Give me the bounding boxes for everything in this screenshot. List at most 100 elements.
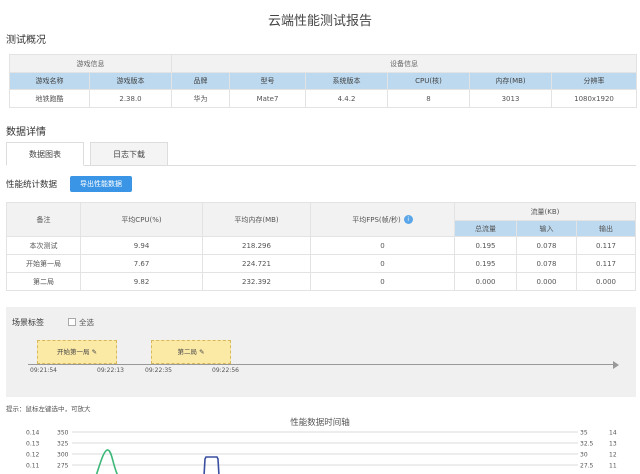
cell-fps: 0 [310, 272, 455, 291]
zoom-hint: 提示：鼠标左键选中，可放大 [6, 405, 91, 413]
left-axis-1-tick: 0.13 [26, 441, 40, 448]
select-all-label[interactable]: 全选 [79, 317, 94, 328]
value-memory: 3013 [469, 89, 552, 108]
pencil-icon[interactable]: ✎ [199, 348, 204, 356]
cell-input: 0.000 [516, 272, 577, 291]
cell-fps: 0 [310, 236, 455, 255]
cell-total: 0.195 [454, 254, 517, 273]
header-avg-memory: 平均内存(MB) [202, 202, 311, 237]
value-cpu: 8 [387, 89, 470, 108]
cell-remark: 第二局 [6, 272, 81, 291]
value-model: Mate7 [229, 89, 306, 108]
header-game-name: 游戏名称 [9, 72, 90, 90]
tick-label: 09:22:35 [145, 367, 172, 374]
cell-cpu: 9.94 [80, 236, 203, 255]
group-device-info: 设备信息 [171, 54, 637, 73]
series-line [203, 456, 220, 474]
tick-label: 09:21:54 [30, 367, 57, 374]
tick-label: 09:22:13 [97, 367, 124, 374]
scene-tag-title: 场景标签 [12, 318, 44, 327]
pencil-icon[interactable]: ✎ [92, 348, 97, 356]
value-os-version: 4.4.2 [305, 89, 388, 108]
series-line [95, 449, 119, 474]
cell-memory: 232.392 [202, 272, 311, 291]
cell-output: 0.000 [576, 272, 636, 291]
right-axis-2-tick: 12 [609, 452, 617, 459]
header-model: 型号 [229, 72, 306, 90]
value-game-name: 地铁跑酷 [9, 89, 90, 108]
details-tabs: 数据图表 日志下载 [6, 142, 636, 166]
header-game-version: 游戏版本 [89, 72, 172, 90]
group-game-info: 游戏信息 [9, 54, 172, 73]
left-axis-1-tick: 0.14 [26, 430, 40, 437]
select-all-checkbox[interactable] [68, 318, 76, 326]
cell-input: 0.078 [516, 236, 577, 255]
header-total-traffic: 总流量 [454, 220, 517, 237]
left-axis-2-tick: 350 [57, 430, 69, 437]
left-axis-1-tick: 0.11 [26, 463, 40, 470]
left-axis-2-tick: 275 [57, 463, 69, 470]
header-brand: 品牌 [171, 72, 230, 90]
cell-cpu: 9.82 [80, 272, 203, 291]
cell-memory: 218.296 [202, 236, 311, 255]
perf-stats-table: 备注 平均CPU(%) 平均内存(MB) 平均FPS(帧/秒) i 流量(KB) … [6, 202, 636, 291]
header-avg-cpu: 平均CPU(%) [80, 202, 203, 237]
scene-tag-label: 开始第一局 [56, 348, 90, 356]
left-axis-2-tick: 325 [57, 441, 69, 448]
scene-tag-panel: 场景标签 全选 开始第一局 ✎ 第二局 ✎ 09:21:54 09:22:13 … [6, 307, 636, 397]
header-output: 输出 [576, 220, 636, 237]
right-axis-1-tick: 35 [580, 430, 588, 437]
cell-cpu: 7.67 [80, 254, 203, 273]
overview-title: 测试概况 [6, 35, 46, 46]
value-resolution: 1080x1920 [551, 89, 637, 108]
cell-memory: 224.721 [202, 254, 311, 273]
header-input: 输入 [516, 220, 577, 237]
chart-grid [72, 431, 578, 466]
cell-remark: 开始第一局 [6, 254, 81, 273]
right-axis-2-tick: 13 [609, 441, 617, 448]
perf-stats-label: 性能统计数据 [6, 180, 58, 190]
header-memory: 内存(MB) [469, 72, 552, 90]
header-cpu: CPU(核) [387, 72, 470, 90]
right-axis-2-tick: 14 [609, 430, 617, 437]
cell-output: 0.117 [576, 236, 636, 255]
header-resolution: 分辨率 [551, 72, 637, 90]
value-brand: 华为 [171, 89, 230, 108]
tab-log-download[interactable]: 日志下载 [90, 142, 168, 166]
cell-total: 0.195 [454, 236, 517, 255]
perf-timeline-chart[interactable]: 0.14 350 35 14 0.13 325 32.5 13 0.12 300 30 12 0.11 2… [0, 424, 640, 474]
cell-fps: 0 [310, 254, 455, 273]
scene-tag-second-round[interactable]: 第二局 ✎ [151, 340, 231, 364]
scene-tag-label: 第二局 [177, 348, 197, 356]
right-axis-1-tick: 32.5 [580, 441, 594, 448]
table-row: 第二局 9.82 232.392 0 0.000 0.000 0.000 [6, 272, 636, 291]
header-traffic: 流量(KB) [454, 202, 636, 221]
page-title: 云端性能测试报告 [267, 14, 372, 29]
right-axis-1-tick: 30 [580, 452, 588, 459]
cell-input: 0.078 [516, 254, 577, 273]
tick-label: 09:22:56 [212, 367, 239, 374]
header-avg-fps-label: 平均FPS(帧/秒) [352, 215, 401, 224]
cell-remark: 本次测试 [6, 236, 81, 255]
export-perf-button[interactable]: 导出性能数据 [70, 176, 132, 192]
details-title: 数据详情 [6, 127, 46, 138]
left-axis-2-tick: 300 [57, 452, 69, 459]
right-axis-2-tick: 11 [609, 463, 617, 470]
value-game-version: 2.38.0 [89, 89, 172, 108]
header-os-version: 系统版本 [305, 72, 388, 90]
chart-series [95, 449, 220, 474]
timeline-axis [28, 364, 616, 365]
left-axis-1-tick: 0.12 [26, 452, 40, 459]
header-avg-fps: 平均FPS(帧/秒) i [310, 202, 455, 237]
cell-output: 0.117 [576, 254, 636, 273]
scene-tag-first-round[interactable]: 开始第一局 ✎ [37, 340, 117, 364]
info-icon[interactable]: i [403, 215, 413, 224]
table-row: 开始第一局 7.67 224.721 0 0.195 0.078 0.117 [6, 254, 636, 273]
overview-table: 游戏信息 设备信息 游戏名称 游戏版本 品牌 型号 系统版本 CPU(核) 内存… [9, 54, 637, 108]
header-remark: 备注 [6, 202, 81, 237]
tab-data-chart[interactable]: 数据图表 [6, 142, 84, 166]
right-axis-1-tick: 27.5 [580, 463, 594, 470]
timeline-arrow-icon [613, 361, 619, 369]
cell-total: 0.000 [454, 272, 517, 291]
table-row: 本次测试 9.94 218.296 0 0.195 0.078 0.117 [6, 236, 636, 255]
